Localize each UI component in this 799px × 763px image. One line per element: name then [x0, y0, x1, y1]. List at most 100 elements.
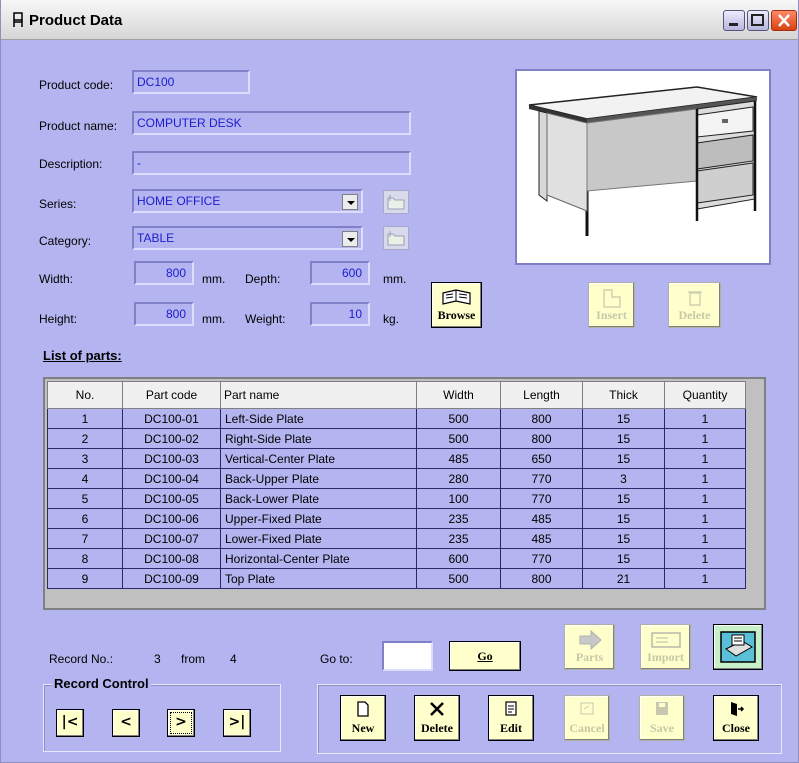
- table-row[interactable]: 3 DC100-03 Vertical-Center Plate 485 650 15 1: [47, 448, 746, 469]
- delete-image-button[interactable]: Delete: [668, 282, 721, 328]
- series-select[interactable]: HOME OFFICE: [132, 189, 363, 213]
- table-cell: 15: [582, 408, 665, 429]
- height-unit: mm.: [202, 312, 226, 326]
- new-document-icon: [357, 701, 369, 717]
- table-row[interactable]: 6 DC100-06 Upper-Fixed Plate 235 485 15 1: [47, 508, 746, 529]
- undo-icon: [580, 702, 594, 715]
- table-cell: 3: [47, 448, 123, 469]
- table-cell: 235: [416, 508, 501, 529]
- table-cell: 1: [664, 428, 746, 449]
- new-button[interactable]: New: [340, 695, 386, 741]
- table-row[interactable]: 8 DC100-08 Horizontal-Center Plate 600 770 15…: [47, 548, 746, 569]
- table-cell: DC100-06: [122, 508, 221, 529]
- product-image: [515, 69, 771, 265]
- table-row[interactable]: 4 DC100-04 Back-Upper Plate 280 770 3 1: [47, 468, 746, 489]
- column-header[interactable]: Part name: [220, 381, 417, 409]
- next-record-button[interactable]: >: [167, 709, 195, 737]
- table-cell: Back-Upper Plate: [220, 468, 417, 489]
- table-cell: 770: [500, 488, 583, 509]
- close-button[interactable]: Close: [713, 695, 759, 741]
- parts-grid[interactable]: No. Part code Part name Width Length Thi…: [43, 377, 766, 610]
- table-row[interactable]: 2 DC100-02 Right-Side Plate 500 800 15 1: [47, 428, 746, 449]
- go-button[interactable]: Go: [449, 641, 521, 671]
- maximize-icon: [751, 14, 764, 26]
- table-cell: 485: [500, 508, 583, 529]
- table-cell: 800: [500, 428, 583, 449]
- table-cell: 1: [664, 408, 746, 429]
- description-field[interactable]: -: [132, 151, 411, 175]
- table-cell: 100: [416, 488, 501, 509]
- table-row[interactable]: 1 DC100-01 Left-Side Plate 500 800 15 1: [47, 408, 746, 429]
- last-record-button[interactable]: >|: [223, 709, 251, 737]
- table-row[interactable]: 5 DC100-05 Back-Lower Plate 100 770 15 1: [47, 488, 746, 509]
- goto-input[interactable]: [382, 641, 433, 671]
- category-select[interactable]: TABLE: [132, 226, 363, 250]
- table-row[interactable]: 7 DC100-07 Lower-Fixed Plate 235 485 15 1: [47, 528, 746, 549]
- delete-image-label: Delete: [678, 308, 711, 322]
- record-control-title: Record Control: [52, 676, 151, 691]
- import-button[interactable]: Import: [640, 624, 691, 670]
- table-row[interactable]: 9 DC100-09 Top Plate 500 800 21 1: [47, 568, 746, 589]
- product-code-field[interactable]: DC100: [132, 70, 250, 94]
- column-header[interactable]: Width: [416, 381, 501, 409]
- table-cell: Lower-Fixed Plate: [220, 528, 417, 549]
- arrow-right-icon: [579, 629, 602, 651]
- first-record-button[interactable]: |<: [56, 709, 84, 737]
- series-edit-button[interactable]: [383, 190, 409, 214]
- exit-door-icon: [731, 702, 745, 716]
- column-header[interactable]: Thick: [582, 381, 665, 409]
- title-bar[interactable]: Product Data: [1, 0, 798, 40]
- column-header[interactable]: Quantity: [664, 381, 746, 409]
- previous-record-button[interactable]: <: [112, 709, 140, 737]
- weight-field[interactable]: 10: [310, 302, 370, 326]
- table-cell: DC100-07: [122, 528, 221, 549]
- table-cell: Left-Side Plate: [220, 408, 417, 429]
- table-cell: 15: [582, 508, 665, 529]
- column-header[interactable]: Part code: [122, 381, 221, 409]
- chair-icon: [13, 12, 23, 27]
- record-total: 4: [230, 652, 237, 666]
- cancel-button[interactable]: Cancel: [564, 695, 610, 741]
- delete-button[interactable]: Delete: [414, 695, 460, 741]
- table-cell: 15: [582, 428, 665, 449]
- product-code-label: Product code:: [39, 78, 114, 92]
- weight-label: Weight:: [245, 312, 286, 326]
- printer-icon: [720, 631, 756, 663]
- maximize-button[interactable]: [747, 10, 769, 31]
- column-header[interactable]: No.: [47, 381, 123, 409]
- table-cell: 8: [47, 548, 123, 569]
- category-label: Category:: [39, 234, 92, 248]
- insert-image-button[interactable]: Insert: [588, 282, 635, 328]
- category-edit-button[interactable]: [383, 226, 409, 250]
- close-icon: [778, 14, 790, 27]
- table-cell: 770: [500, 548, 583, 569]
- table-cell: 485: [416, 448, 501, 469]
- parts-button[interactable]: Parts: [564, 624, 615, 670]
- edit-button[interactable]: Edit: [488, 695, 534, 741]
- print-button[interactable]: [713, 624, 763, 670]
- width-field[interactable]: 800: [134, 261, 194, 285]
- minimize-button[interactable]: [723, 10, 745, 31]
- browse-button[interactable]: Browse: [431, 282, 482, 328]
- close-window-button[interactable]: [771, 10, 797, 31]
- table-cell: DC100-05: [122, 488, 221, 509]
- product-name-field[interactable]: COMPUTER DESK: [132, 111, 411, 135]
- table-cell: Upper-Fixed Plate: [220, 508, 417, 529]
- chevron-down-icon[interactable]: [342, 231, 358, 247]
- height-field[interactable]: 800: [134, 302, 194, 326]
- edit-label: Edit: [499, 721, 522, 735]
- table-cell: 500: [416, 568, 501, 589]
- product-name-label: Product name:: [39, 119, 118, 133]
- depth-field[interactable]: 600: [310, 261, 370, 285]
- table-cell: 1: [664, 568, 746, 589]
- parts-label: Parts: [575, 650, 604, 664]
- column-header[interactable]: Length: [500, 381, 583, 409]
- series-label: Series:: [39, 197, 77, 211]
- series-value: HOME OFFICE: [137, 194, 221, 208]
- record-number-label: Record No.:: [49, 652, 114, 666]
- delete-x-icon: [430, 702, 444, 716]
- chevron-down-icon[interactable]: [342, 194, 358, 210]
- save-button[interactable]: Save: [639, 695, 685, 741]
- minimize-icon: [729, 23, 738, 26]
- table-cell: 485: [500, 528, 583, 549]
